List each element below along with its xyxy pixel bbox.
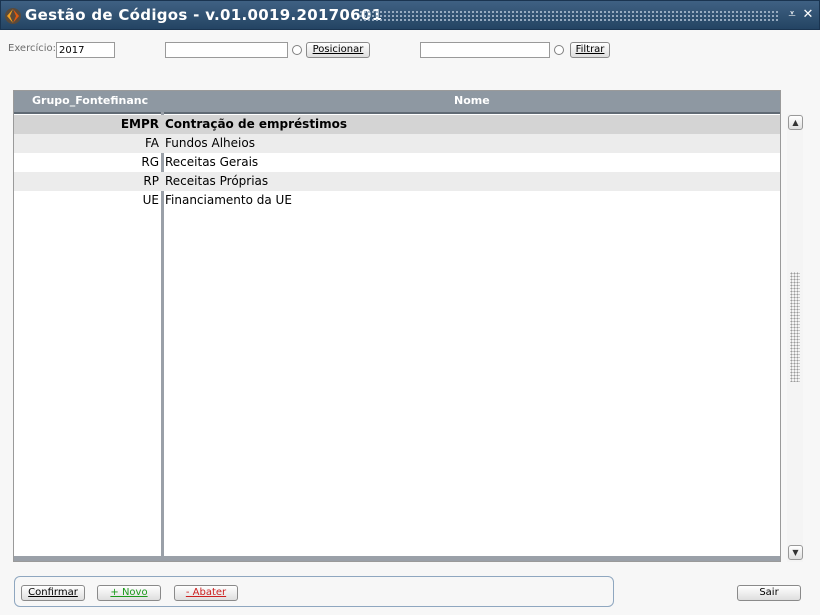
row-code: FA <box>144 136 159 150</box>
grid-bottom-bar <box>14 556 780 561</box>
app-logo-icon <box>5 8 21 24</box>
vertical-scrollbar[interactable]: ▲ ▼ <box>787 114 803 562</box>
position-button[interactable]: Posicionar <box>306 42 370 58</box>
title-bar: Gestão de Códigos - v.01.0019.20170601 ⩡… <box>0 0 820 30</box>
position-input[interactable] <box>165 42 288 58</box>
table-row[interactable]: RP Receitas Próprias <box>14 172 780 191</box>
close-icon[interactable]: ✕ <box>801 7 815 23</box>
row-name: Fundos Alheios <box>165 136 255 150</box>
table-row[interactable]: FA Fundos Alheios <box>14 134 780 153</box>
row-code: RP <box>143 174 159 188</box>
exercicio-input[interactable] <box>56 42 115 58</box>
grid-header: Grupo_Fontefinanc Nome <box>14 91 780 114</box>
row-name: Contração de empréstimos <box>165 117 348 131</box>
title-grip[interactable] <box>359 10 779 21</box>
filter-input[interactable] <box>420 42 550 58</box>
position-radio[interactable] <box>292 45 302 55</box>
delete-button[interactable]: - Abater <box>174 585 238 601</box>
confirm-button[interactable]: Confirmar <box>21 585 85 601</box>
filter-radio[interactable] <box>554 45 564 55</box>
add-new-button[interactable]: + Novo <box>97 585 161 601</box>
row-name: Receitas Próprias <box>165 174 269 188</box>
column-header-nome[interactable]: Nome <box>454 94 490 107</box>
row-code: UE <box>142 193 159 207</box>
scroll-thumb-grip[interactable] <box>790 272 800 382</box>
data-grid: Grupo_Fontefinanc Nome EMPR Contração de… <box>13 90 781 562</box>
scroll-down-icon[interactable]: ▼ <box>788 545 803 560</box>
row-code: EMPR <box>120 117 159 131</box>
column-header-grupo[interactable]: Grupo_Fontefinanc <box>32 94 148 107</box>
filter-button[interactable]: Filtrar <box>570 42 610 58</box>
scroll-up-icon[interactable]: ▲ <box>788 115 803 130</box>
row-code: RG <box>141 155 159 169</box>
exercicio-label: Exercício: <box>8 43 57 54</box>
table-row[interactable]: EMPR Contração de empréstimos <box>14 115 780 134</box>
window-title: Gestão de Códigos - v.01.0019.20170601 <box>25 6 383 24</box>
minimize-icon[interactable]: ⩡ <box>785 7 799 23</box>
table-row[interactable]: UE Financiamento da UE <box>14 191 780 210</box>
exit-button[interactable]: Sair <box>737 585 801 601</box>
row-name: Financiamento da UE <box>165 193 292 207</box>
row-name: Receitas Gerais <box>165 155 259 169</box>
table-row[interactable]: RG Receitas Gerais <box>14 153 780 172</box>
